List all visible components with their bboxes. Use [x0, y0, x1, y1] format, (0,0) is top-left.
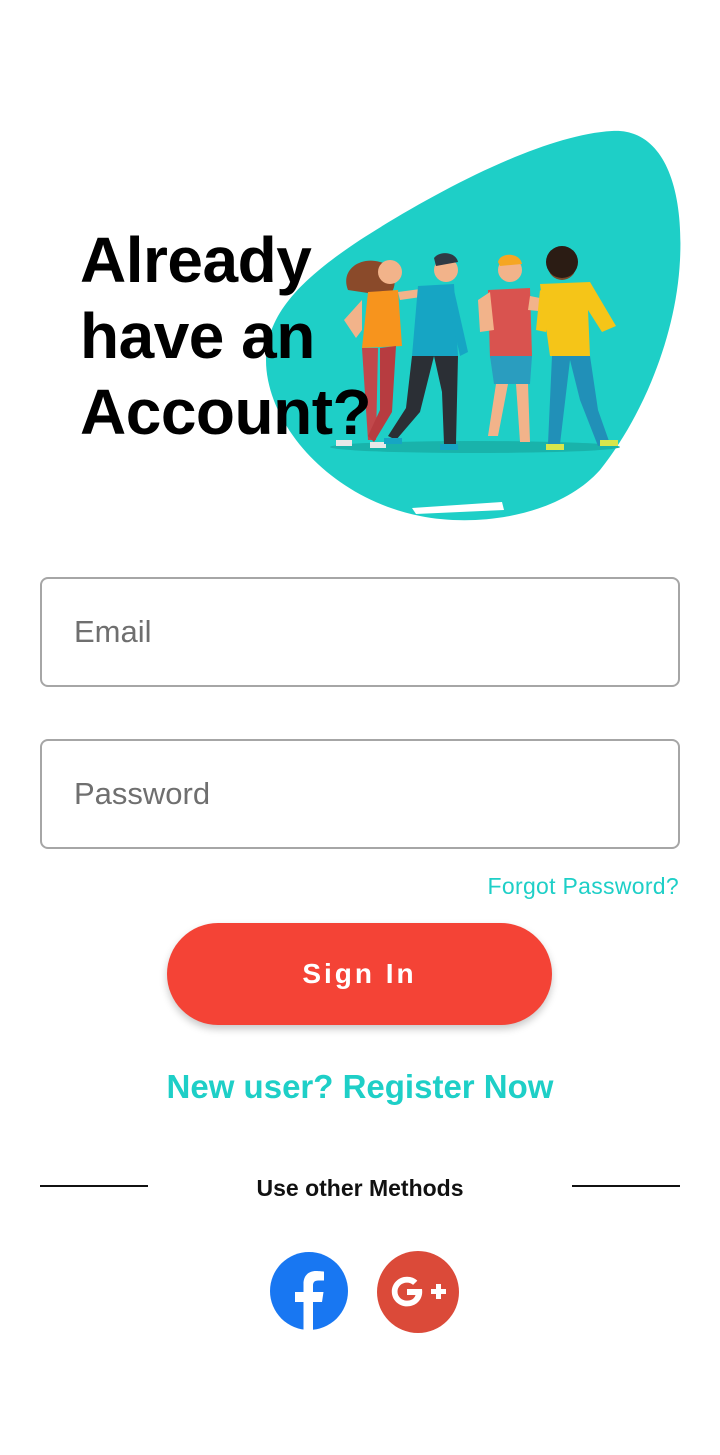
login-screen: Already have an Account? Forgot Password… [0, 0, 720, 1455]
password-field[interactable] [40, 739, 680, 849]
hero-section: Already have an Account? [0, 0, 720, 540]
facebook-login-button[interactable] [270, 1252, 348, 1330]
email-field[interactable] [40, 577, 680, 687]
sign-in-button[interactable]: Sign In [167, 923, 552, 1025]
page-title: Already have an Account? [80, 224, 372, 448]
other-methods-label: Use other Methods [256, 1175, 464, 1201]
forgot-password-link[interactable]: Forgot Password? [488, 873, 679, 900]
google-plus-login-button[interactable] [376, 1250, 460, 1334]
google-plus-icon [377, 1251, 459, 1333]
register-link[interactable]: New user? Register Now [0, 1068, 720, 1106]
password-input[interactable] [42, 741, 678, 847]
facebook-icon [270, 1252, 348, 1330]
email-input[interactable] [42, 579, 678, 685]
divider-right [572, 1185, 680, 1187]
